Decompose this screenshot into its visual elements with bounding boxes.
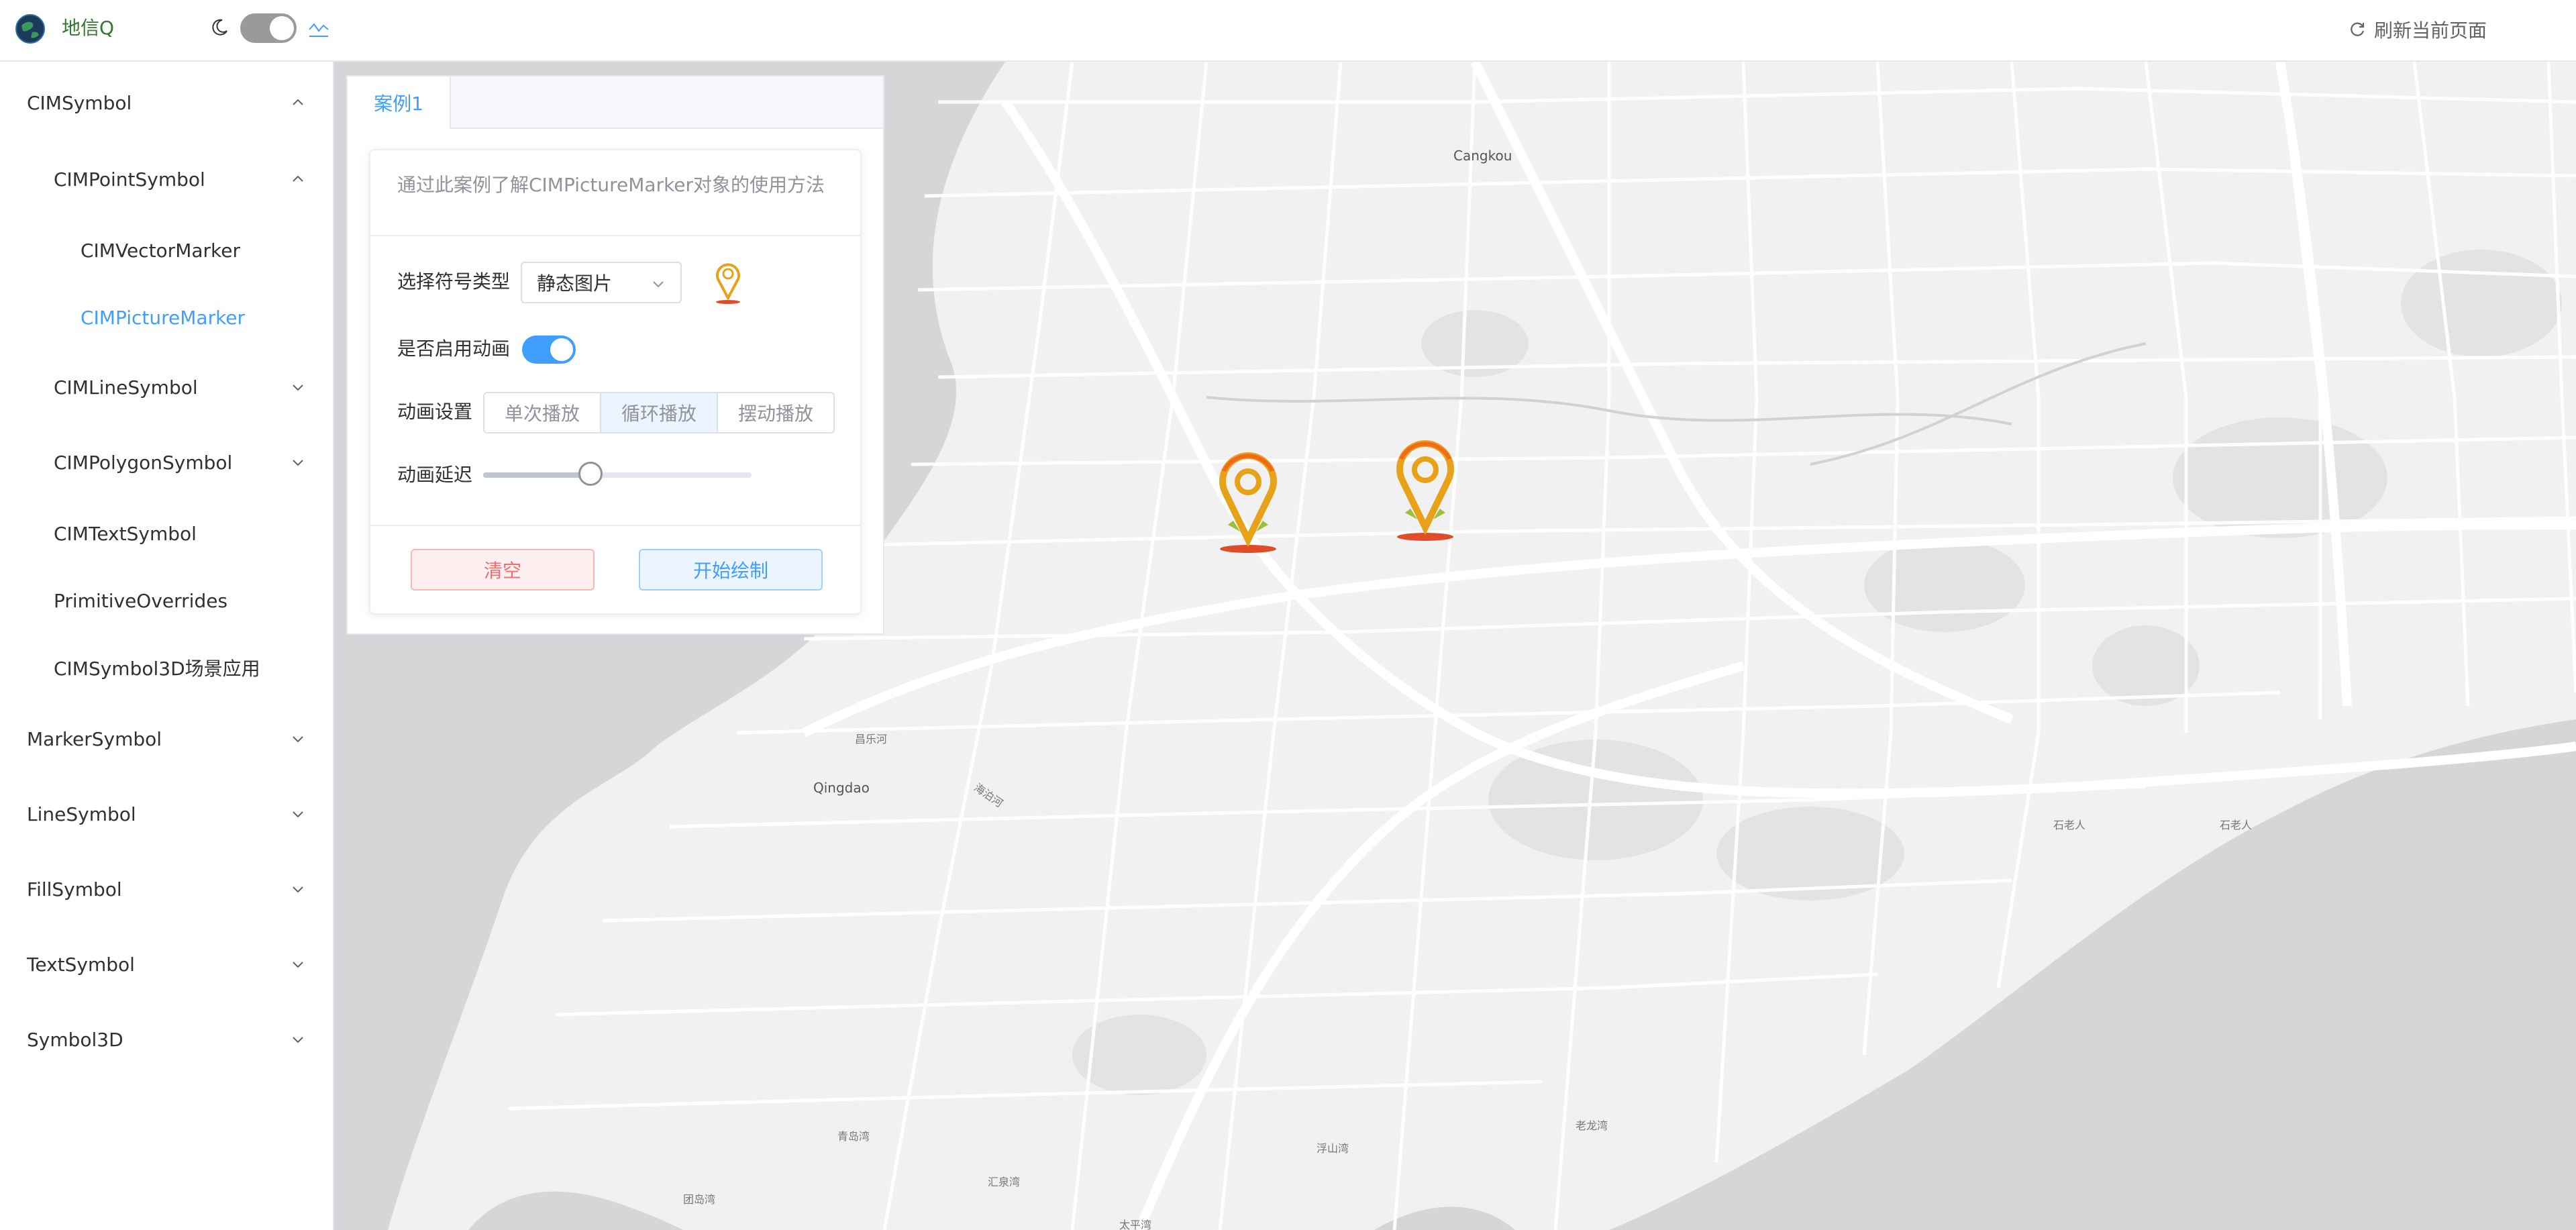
- control-panel: 案例1 通过此案例了解CIMPictureMarker对象的使用方法 选择符号类…: [346, 75, 884, 635]
- sidebar-item-label: CIMVectorMarker: [81, 239, 240, 262]
- chevron-up-icon: [293, 99, 303, 105]
- picture-marker-icon[interactable]: [1390, 433, 1460, 542]
- map-label: 昌乐河: [855, 733, 888, 746]
- chevron-down-icon: [653, 281, 664, 288]
- refresh-label: 刷新当前页面: [2374, 19, 2487, 42]
- map-label: 浮山湾: [1317, 1142, 1349, 1155]
- clear-button[interactable]: 清空: [411, 549, 595, 591]
- animation-enabled-label: 是否启用动画: [397, 338, 511, 360]
- sidebar-item-cimpolygonsymbol[interactable]: CIMPolygonSymbol: [0, 432, 333, 493]
- map-label: 石老人: [2053, 819, 2086, 831]
- animation-mode-group: 单次播放 循环播放 摆动播放: [483, 392, 835, 433]
- sidebar-item-label: CIMTextSymbol: [54, 522, 197, 545]
- theme-toggle[interactable]: [240, 13, 297, 43]
- animation-option-once[interactable]: 单次播放: [483, 392, 602, 433]
- sidebar-menu: CIMSymbol CIMPointSymbol CIMVectorMarker CI…: [0, 62, 334, 1230]
- map-label: Qingdao: [813, 780, 870, 796]
- sidebar-item-label: TextSymbol: [27, 953, 135, 976]
- logo-globe-icon: [15, 14, 45, 44]
- symbol-type-label: 选择符号类型: [397, 270, 511, 293]
- sidebar-item-cimlinesymbol[interactable]: CIMLineSymbol: [0, 357, 333, 417]
- sidebar-item-cimsymbol[interactable]: CIMSymbol: [0, 72, 333, 133]
- chevron-down-icon: [293, 962, 303, 968]
- case-description: 通过此案例了解CIMPictureMarker对象的使用方法: [397, 174, 825, 196]
- sidebar-item-label: CIMSymbol3D场景应用: [54, 658, 260, 680]
- animation-option-swing[interactable]: 摆动播放: [717, 392, 835, 433]
- sidebar-item-label: CIMSymbol: [27, 91, 132, 114]
- animation-option-loop[interactable]: 循环播放: [600, 392, 719, 433]
- map-label: 太平湾: [1119, 1219, 1152, 1230]
- sidebar-item-textsymbol[interactable]: TextSymbol: [0, 934, 333, 994]
- sidebar-item-label: CIMPictureMarker: [81, 306, 246, 329]
- sidebar-item-label: CIMPointSymbol: [54, 168, 205, 191]
- slider-fill: [483, 472, 590, 478]
- divider: [370, 235, 860, 236]
- chevron-down-icon: [293, 811, 303, 818]
- marker-preview-icon: [716, 263, 740, 304]
- chevron-down-icon: [293, 886, 303, 893]
- wave-chart-icon[interactable]: [307, 19, 330, 39]
- sidebar-item-markersymbol[interactable]: MarkerSymbol: [0, 709, 333, 769]
- sidebar-item-label: CIMPolygonSymbol: [54, 451, 233, 474]
- app-title: 地信Q: [62, 17, 115, 39]
- map-label: 青岛湾: [837, 1130, 870, 1143]
- map-label: 汇泉湾: [988, 1176, 1021, 1188]
- refresh-page-button[interactable]: 刷新当前页面: [2349, 16, 2487, 43]
- top-header: 地信Q 刷新当前页面: [0, 0, 2576, 62]
- animation-delay-label: 动画延迟: [397, 464, 473, 486]
- tab-bar: 案例1: [348, 76, 883, 129]
- sidebar-item-cimpicturemarker[interactable]: CIMPictureMarker: [0, 287, 333, 348]
- sidebar-item-cimsymbol3d[interactable]: CIMSymbol3D场景应用: [0, 637, 333, 698]
- animation-delay-slider[interactable]: [483, 462, 752, 486]
- case-card: 通过此案例了解CIMPictureMarker对象的使用方法 选择符号类型 静态…: [369, 149, 862, 615]
- animation-setting-label: 动画设置: [397, 401, 473, 423]
- sidebar-item-label: PrimitiveOverrides: [54, 589, 228, 612]
- chevron-down-icon: [293, 1037, 303, 1043]
- map-label: 团岛湾: [683, 1193, 716, 1206]
- sidebar-item-primitiveoverrides[interactable]: PrimitiveOverrides: [0, 570, 333, 631]
- refresh-icon: [2351, 22, 2365, 36]
- symbol-type-value: 静态图片: [537, 272, 613, 295]
- sidebar-item-cimvectormarker[interactable]: CIMVectorMarker: [0, 220, 333, 280]
- sidebar-item-cimtextsymbol[interactable]: CIMTextSymbol: [0, 503, 333, 564]
- map-label: 老龙湾: [1576, 1119, 1608, 1132]
- symbol-type-select[interactable]: 静态图片: [521, 262, 682, 303]
- divider: [370, 525, 860, 526]
- sidebar-item-label: MarkerSymbol: [27, 727, 162, 750]
- chevron-down-icon: [293, 385, 303, 391]
- sidebar-item-label: LineSymbol: [27, 803, 136, 825]
- slider-handle[interactable]: [578, 462, 603, 486]
- picture-marker-icon[interactable]: [1213, 446, 1283, 554]
- chevron-up-icon: [293, 175, 303, 182]
- sidebar-item-symbol3d[interactable]: Symbol3D: [0, 1009, 333, 1070]
- animation-enabled-switch[interactable]: [522, 336, 576, 364]
- sidebar-item-cimpointsymbol[interactable]: CIMPointSymbol: [0, 149, 333, 209]
- tab-case1[interactable]: 案例1: [348, 76, 451, 129]
- start-draw-button[interactable]: 开始绘制: [639, 549, 823, 591]
- map-label: 石老人: [2220, 819, 2253, 831]
- sidebar-item-label: CIMLineSymbol: [54, 376, 198, 399]
- moon-icon: [212, 19, 227, 36]
- sidebar-item-label: Symbol3D: [27, 1028, 123, 1051]
- map-label: Cangkou: [1453, 148, 1512, 164]
- chevron-down-icon: [293, 460, 303, 466]
- sidebar-item-fillsymbol[interactable]: FillSymbol: [0, 859, 333, 919]
- sidebar-item-label: FillSymbol: [27, 878, 122, 901]
- chevron-down-icon: [293, 736, 303, 743]
- sidebar-item-linesymbol[interactable]: LineSymbol: [0, 784, 333, 844]
